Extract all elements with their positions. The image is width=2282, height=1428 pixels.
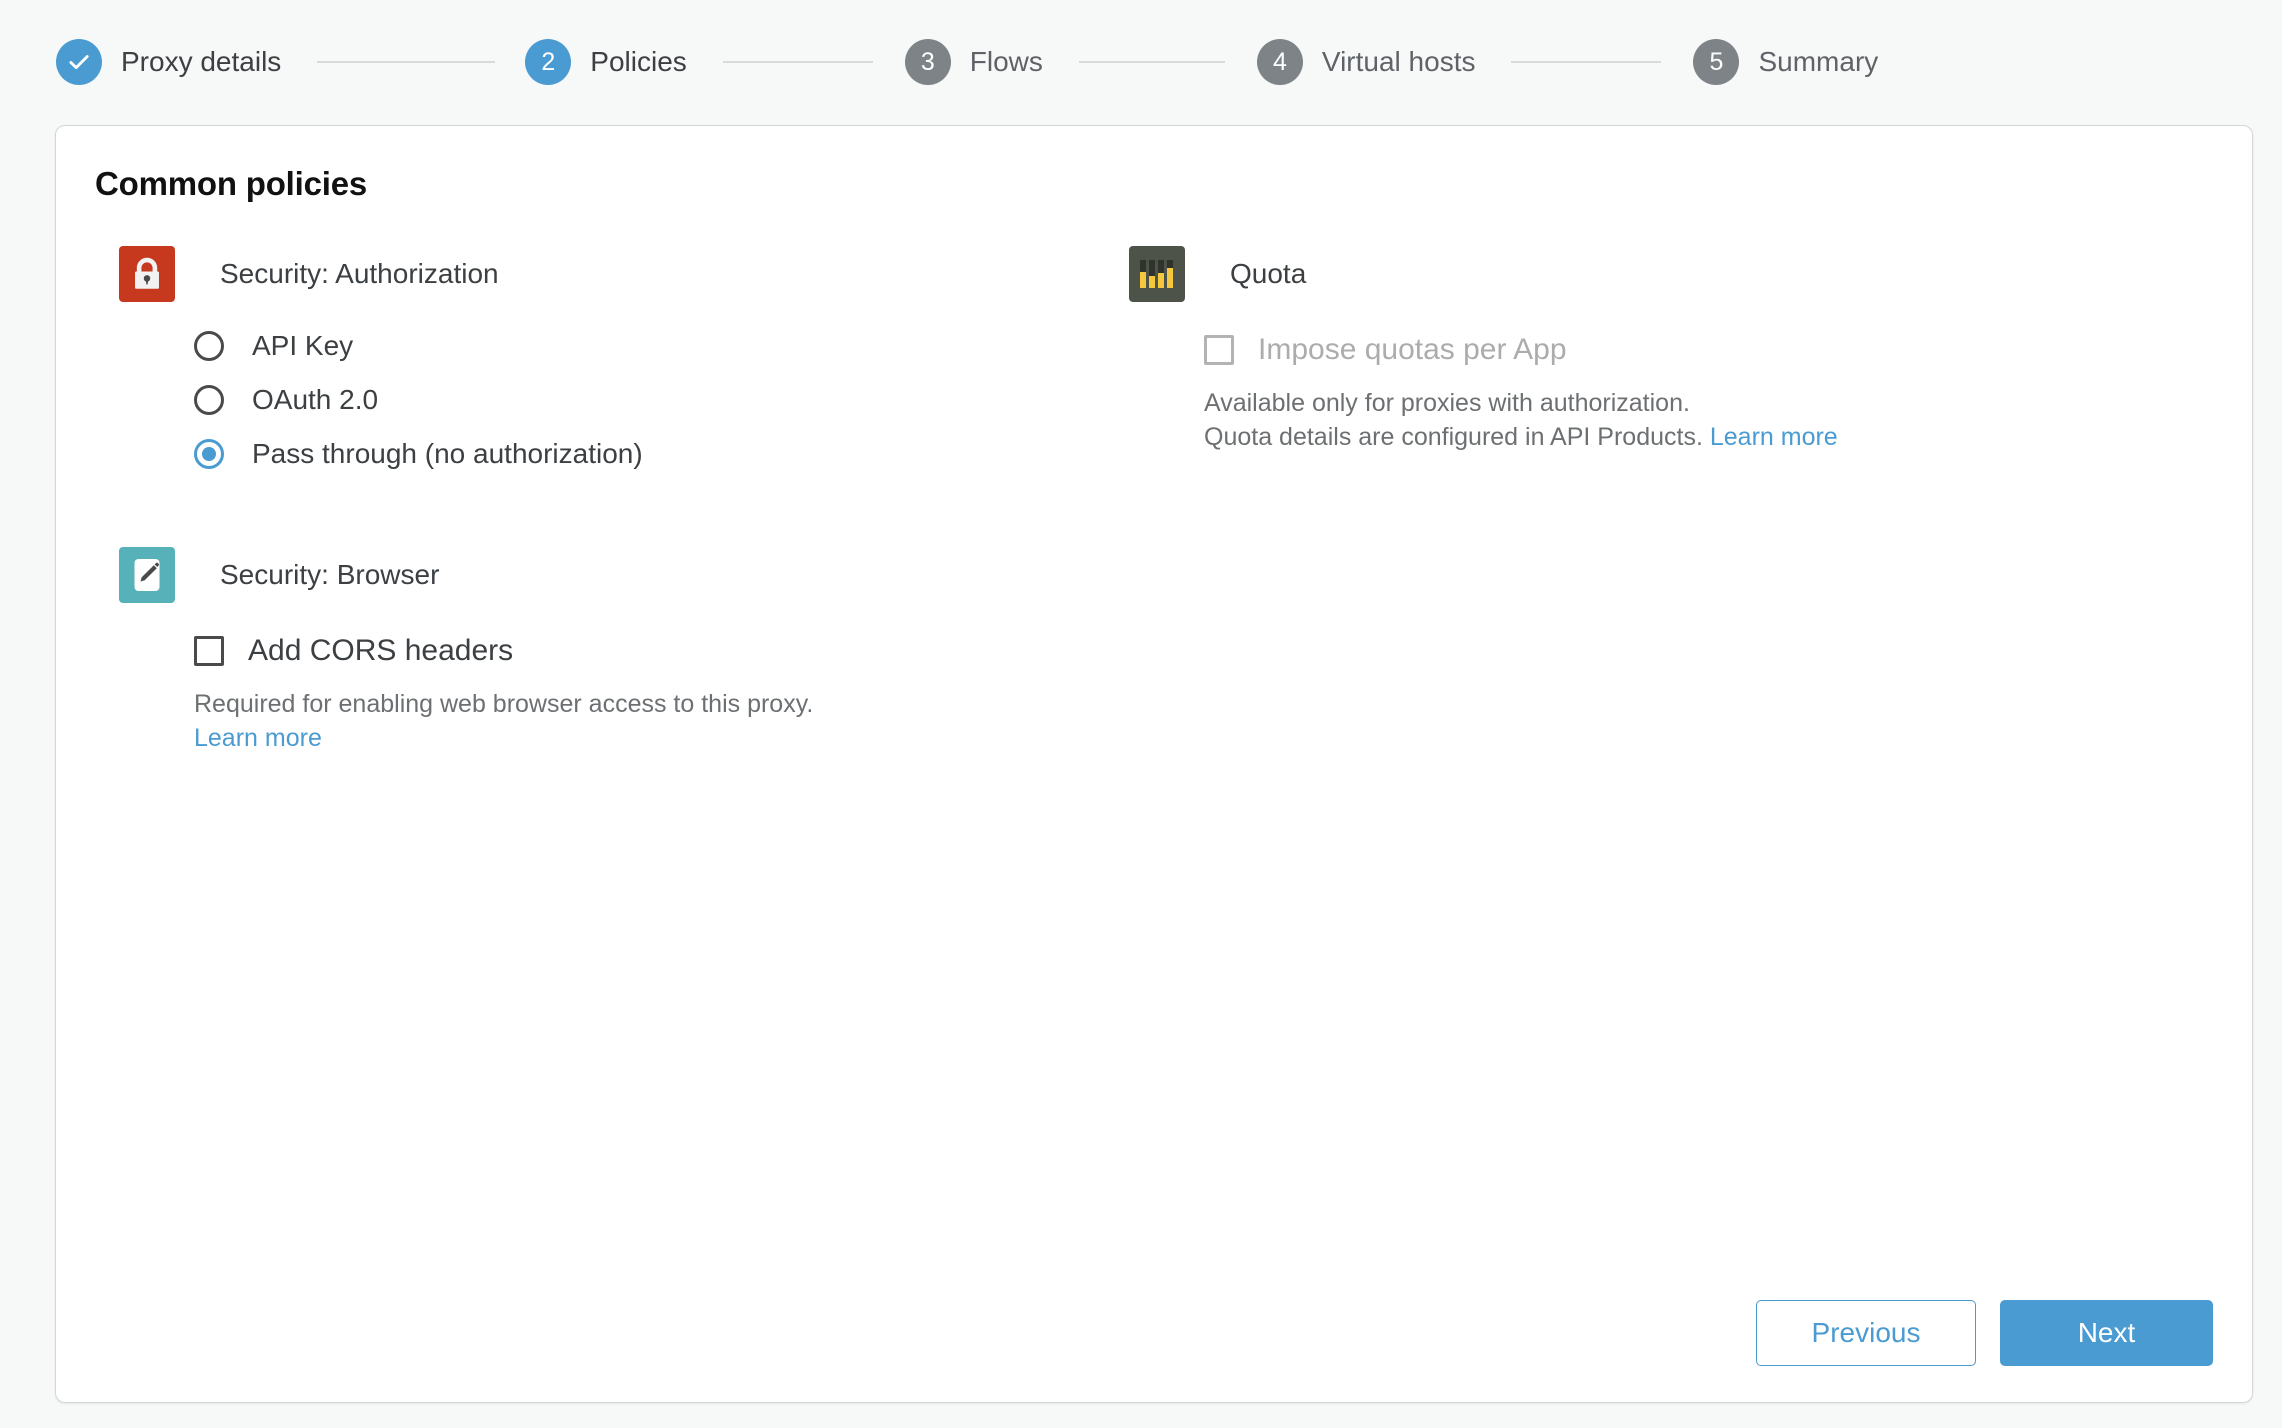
- step-2-label: Policies: [590, 46, 687, 77]
- cors-helper-text: Required for enabling web browser access…: [194, 687, 1099, 755]
- radio-option-pass-through[interactable]: Pass through (no authorization): [194, 434, 1099, 474]
- step-connector-4: [1511, 61, 1662, 63]
- authorization-header: Security: Authorization: [119, 246, 1099, 302]
- browser-options: Add CORS headers Required for enabling w…: [194, 631, 1099, 755]
- policy-group-authorization: Security: Authorization API Key OAuth 2.…: [119, 246, 1099, 474]
- checkbox-add-cors-headers[interactable]: [194, 636, 224, 666]
- next-button[interactable]: Next: [2000, 1300, 2213, 1366]
- left-column: Security: Authorization API Key OAuth 2.…: [119, 246, 1099, 755]
- step-1-label: Proxy details: [121, 46, 282, 77]
- radio-oauth-label: OAuth 2.0: [252, 384, 379, 415]
- radio-pass-through-label: Pass through (no authorization): [252, 438, 643, 469]
- step-1-bubble: [56, 39, 102, 85]
- step-3-bubble: 3: [904, 39, 951, 85]
- checkbox-impose-quotas-per-app: [1204, 335, 1234, 365]
- policy-group-quota: Quota Impose quotas per App Available on…: [1129, 246, 2129, 454]
- step-connector-3: [1078, 61, 1225, 63]
- browser-header: Security: Browser: [119, 547, 1099, 603]
- step-3-label: Flows: [969, 46, 1043, 77]
- authorization-label: Security: Authorization: [220, 258, 499, 289]
- policies-card: Common policies Security: Authorization: [55, 125, 2253, 1403]
- step-2-bubble: 2: [525, 39, 572, 85]
- quota-helper-text: Available only for proxies with authoriz…: [1204, 386, 2129, 454]
- step-policies[interactable]: 2 Policies: [525, 39, 687, 85]
- radio-api-key-label: API Key: [252, 330, 354, 361]
- lock-icon: [119, 246, 175, 302]
- quota-learn-more-link[interactable]: Learn more: [1710, 423, 1838, 451]
- pencil-icon: [119, 547, 175, 603]
- quota-helper-line-1: Available only for proxies with authoriz…: [1204, 389, 1690, 417]
- step-connector-1: [317, 61, 496, 63]
- step-5-bubble: 5: [1693, 39, 1740, 85]
- previous-button[interactable]: Previous: [1756, 1300, 1976, 1366]
- step-proxy-details[interactable]: Proxy details: [56, 39, 281, 85]
- wizard-stepper: Proxy details 2 Policies 3 Flows 4 Virtu…: [0, 0, 2282, 124]
- quota-label: Quota: [1230, 258, 1307, 289]
- quota-bars-icon: [1129, 246, 1185, 302]
- checkbox-impose-quotas-label: Impose quotas per App: [1258, 333, 1567, 366]
- radio-option-api-key[interactable]: API Key: [194, 326, 1099, 366]
- radio-api-key[interactable]: [194, 331, 224, 361]
- step-virtual-hosts[interactable]: 4 Virtual hosts: [1256, 39, 1476, 85]
- page-title: Common policies: [95, 165, 368, 202]
- step-4-bubble: 4: [1256, 39, 1303, 85]
- check-icon: [66, 49, 92, 75]
- step-flows[interactable]: 3 Flows: [904, 39, 1043, 85]
- radio-oauth[interactable]: [194, 385, 224, 415]
- quota-helper-line-2: Quota details are configured in API Prod…: [1204, 423, 1710, 451]
- checkbox-row-cors[interactable]: Add CORS headers: [194, 631, 1099, 671]
- step-connector-2: [722, 61, 873, 63]
- checkbox-cors-label: Add CORS headers: [248, 634, 514, 667]
- cors-helper-line: Required for enabling web browser access…: [194, 690, 814, 718]
- quota-helper-line-2-wrap: Quota details are configured in API Prod…: [1204, 420, 2129, 454]
- quota-header: Quota: [1129, 246, 2129, 302]
- checkbox-row-impose-quotas: Impose quotas per App: [1204, 330, 2129, 370]
- step-5-label: Summary: [1758, 46, 1879, 77]
- browser-label: Security: Browser: [220, 559, 440, 590]
- radio-pass-through[interactable]: [194, 439, 224, 469]
- right-column: Quota Impose quotas per App Available on…: [1129, 246, 2129, 454]
- card-footer: Previous Next: [1756, 1300, 2213, 1366]
- policy-group-browser: Security: Browser Add CORS headers Requi…: [119, 547, 1099, 755]
- authorization-options: API Key OAuth 2.0 Pass through (no autho…: [194, 326, 1099, 474]
- radio-option-oauth[interactable]: OAuth 2.0: [194, 380, 1099, 420]
- step-4-label: Virtual hosts: [1321, 46, 1476, 77]
- step-summary[interactable]: 5 Summary: [1693, 39, 1878, 85]
- quota-options: Impose quotas per App Available only for…: [1204, 330, 2129, 454]
- cors-learn-more-link[interactable]: Learn more: [194, 724, 322, 752]
